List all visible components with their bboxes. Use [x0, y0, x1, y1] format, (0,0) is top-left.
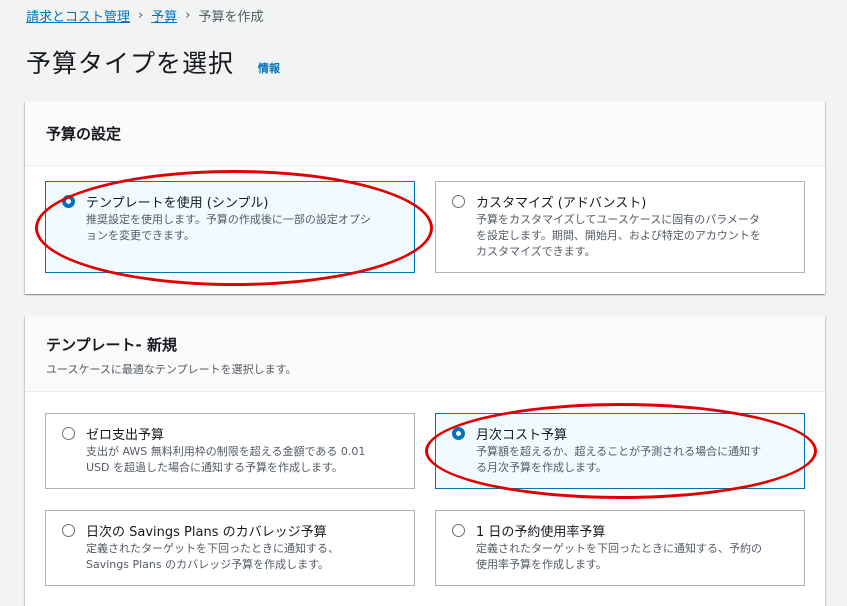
description-line: 定義されたターゲットを下回ったときに通知する、 [86, 542, 339, 555]
radio-reservation-utilization[interactable] [452, 524, 465, 537]
option-description: 定義されたターゲットを下回ったときに通知する、予約の 使用率予算を作成します。 [476, 541, 762, 573]
option-label: テンプレートを使用 (シンプル) [86, 196, 269, 211]
template-reservation-utilization[interactable]: 1 日の予約使用率予算 定義されたターゲットを下回ったときに通知する、予約の 使… [435, 510, 805, 586]
templates-title: テンプレート- 新規 [46, 336, 177, 354]
templates-header: テンプレート- 新規 ユースケースに最適なテンプレートを選択します。 [25, 316, 825, 392]
radio-zero-spend[interactable] [62, 427, 75, 440]
templates-description: ユースケースに最適なテンプレートを選択します。 [46, 363, 297, 376]
description-line: ョンを変更できます。 [86, 229, 195, 242]
option-label: 1 日の予約使用率予算 [476, 525, 606, 540]
page-title: 予算タイプを選択 [26, 49, 235, 78]
option-label: 月次コスト予算 [476, 428, 568, 443]
option-description: 定義されたターゲットを下回ったときに通知する、 Savings Plans のカ… [86, 541, 339, 573]
option-label: カスタマイズ (アドバンスト) [476, 196, 647, 211]
description-line: 支出が AWS 無料利用枠の制限を超える金額である 0.01 [86, 445, 366, 458]
template-savings-plans-coverage[interactable]: 日次の Savings Plans のカバレッジ予算 定義されたターゲットを下回… [45, 510, 415, 586]
option-description: 予算額を超えるか、超えることが予測される場合に通知す る月次予算を作成します。 [476, 444, 761, 476]
template-zero-spend[interactable]: ゼロ支出予算 支出が AWS 無料利用枠の制限を超える金額である 0.01 US… [45, 413, 415, 489]
option-customize[interactable]: カスタマイズ (アドバンスト) 予算をカスタマイズしてユースケースに固有のパラメ… [435, 181, 805, 273]
budget-setup-header: 予算の設定 [25, 101, 825, 166]
option-use-template[interactable]: テンプレートを使用 (シンプル) 推奨設定を使用します。予算の作成後に一部の設定… [45, 181, 415, 273]
description-line: 予算額を超えるか、超えることが予測される場合に通知す [476, 445, 762, 458]
option-description: 支出が AWS 無料利用枠の制限を超える金額である 0.01 USD を超過した… [86, 444, 365, 476]
templates-panel: テンプレート- 新規 ユースケースに最適なテンプレートを選択します。 ゼロ支出予… [25, 316, 825, 606]
radio-customize[interactable] [452, 195, 465, 208]
description-line: を設定します。期間、開始月、および特定のアカウントを [476, 229, 761, 242]
description-line: 使用率予算を作成します。 [476, 558, 607, 571]
breadcrumb-link-billing[interactable]: 請求とコスト管理 [26, 6, 130, 25]
description-line: 定義されたターゲットを下回ったときに通知する、予約の [476, 542, 762, 555]
radio-savings-plans-coverage[interactable] [62, 524, 75, 537]
template-monthly-cost[interactable]: 月次コスト予算 予算額を超えるか、超えることが予測される場合に通知す る月次予算… [435, 413, 805, 489]
option-label: ゼロ支出予算 [86, 428, 165, 443]
budget-setup-title: 予算の設定 [46, 125, 122, 143]
description-line: 予算をカスタマイズしてユースケースに固有のパラメータ [476, 213, 760, 226]
breadcrumb: 請求とコスト管理 › 予算 › 予算を作成 [26, 5, 263, 25]
info-link[interactable]: 情報 [258, 60, 280, 76]
description-line: る月次予算を作成します。 [476, 461, 607, 474]
budget-setup-panel: 予算の設定 テンプレートを使用 (シンプル) 推奨設定を使用します。予算の作成後… [25, 101, 825, 294]
breadcrumb-link-budgets[interactable]: 予算 [151, 6, 177, 25]
breadcrumb-separator-icon: › [185, 7, 191, 23]
option-label: 日次の Savings Plans のカバレッジ予算 [86, 525, 327, 540]
radio-use-template[interactable] [62, 195, 75, 208]
description-line: カスタマイズできます。 [476, 245, 596, 258]
breadcrumb-separator-icon: › [138, 7, 144, 23]
description-line: USD を超過した場合に通知する予算を作成します。 [86, 461, 343, 474]
radio-monthly-cost[interactable] [452, 427, 465, 440]
description-line: Savings Plans のカバレッジ予算を作成します。 [86, 558, 329, 571]
option-description: 推奨設定を使用します。予算の作成後に一部の設定オプシ ョンを変更できます。 [86, 212, 371, 244]
description-line: 推奨設定を使用します。予算の作成後に一部の設定オプシ [86, 213, 371, 226]
option-description: 予算をカスタマイズしてユースケースに固有のパラメータ を設定します。期間、開始月… [476, 212, 761, 260]
breadcrumb-current: 予算を作成 [198, 9, 264, 25]
